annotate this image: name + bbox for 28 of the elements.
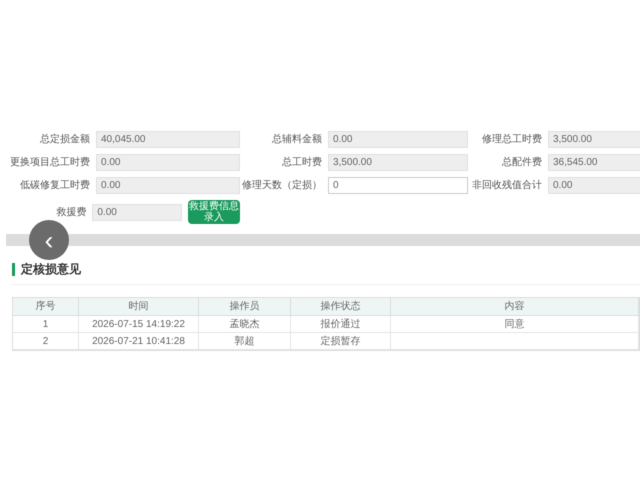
field-label: 总辅料金额: [271, 132, 322, 147]
field-label: 修理天数（定损）: [241, 178, 322, 193]
table-cell: 同意: [391, 316, 639, 332]
table-cell: 2: [13, 333, 79, 349]
table-cell: 2026-07-21 10:41:28: [79, 333, 199, 349]
table-cell: 孟晓杰: [199, 316, 291, 332]
table-cell: 2026-07-15 14:19:22: [79, 316, 199, 332]
field-label: 总定损金额: [39, 132, 90, 147]
column-header: 序号: [13, 298, 79, 315]
field-label: 总配件费: [501, 156, 542, 170]
column-header: 时间: [79, 298, 199, 315]
table-cell: 1: [13, 316, 79, 332]
column-header: 内容: [391, 298, 639, 315]
field-label: 总工时费: [281, 156, 322, 170]
field-label: 救援费: [55, 206, 86, 220]
section-title: 定核损意见: [21, 261, 81, 278]
input-field[interactable]: 0: [328, 177, 468, 194]
field-label: 非回收残值合计: [471, 178, 542, 193]
back-button[interactable]: ‹: [29, 220, 69, 260]
field-label: 更换项目总工时费: [9, 156, 90, 170]
section-marker: [12, 262, 15, 276]
table-cell: 郭超: [199, 333, 291, 349]
field-label: 修理总工时费: [481, 132, 542, 147]
table-cell: 定损暂存: [291, 333, 391, 349]
table-cell: 报价通过: [291, 316, 391, 332]
column-header: 操作状态: [291, 298, 391, 315]
column-header: 操作员: [199, 298, 291, 315]
field-label: 低碳修复工时费: [19, 178, 90, 193]
